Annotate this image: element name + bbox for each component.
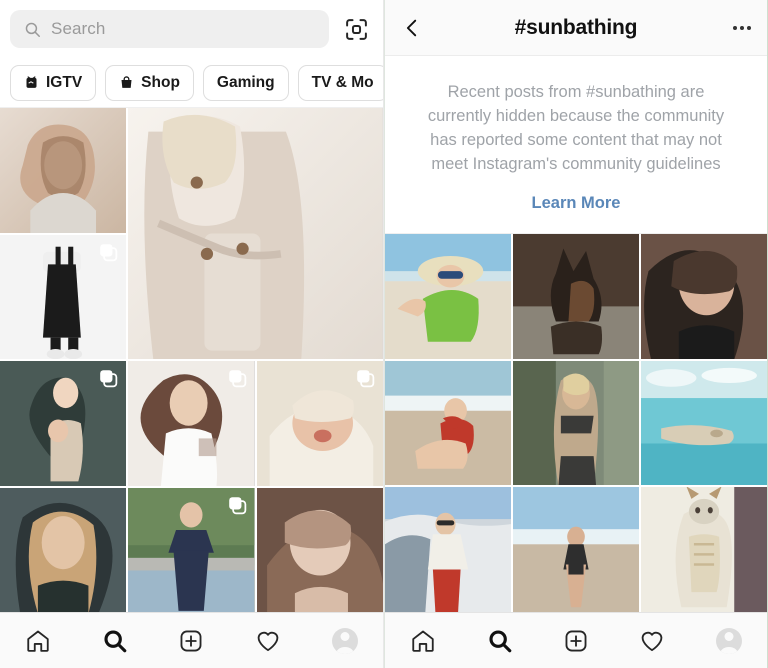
search-placeholder-text: Search [51,19,106,38]
home-tab[interactable] [12,621,64,661]
profile-tab[interactable] [319,621,371,661]
bottom-tab-bar[interactable] [0,612,383,668]
search-header: Search [0,0,383,58]
category-chips-row[interactable]: IGTV Shop Gaming TV & Mo [0,58,383,108]
hashtag-tile[interactable] [513,487,639,612]
hashtag-tile[interactable] [385,360,511,486]
hashtag-tile[interactable] [641,360,767,486]
post-thumbnail [513,234,639,359]
plus-box-icon [178,628,204,654]
chip-gaming[interactable]: Gaming [202,64,289,101]
search-input[interactable]: Search [10,10,329,48]
carousel-multi-post-icon [98,242,119,263]
hidden-posts-notice: Recent posts from #sunbathing are curren… [385,56,767,234]
post-thumbnail [128,108,383,359]
chevron-left-icon [401,17,423,39]
nametag-scan-icon[interactable] [339,12,373,46]
explore-tile[interactable] [0,108,127,233]
activity-tab[interactable] [626,621,678,661]
avatar-icon [715,627,742,654]
search-tab[interactable] [474,621,526,661]
hashtag-tile[interactable] [385,487,511,612]
create-tab[interactable] [550,621,602,661]
dot [733,25,737,30]
post-thumbnail [256,487,383,612]
chip-label: Gaming [216,73,275,91]
explore-tile[interactable] [256,361,383,486]
chip-label: IGTV [46,73,83,91]
post-thumbnail [641,234,767,359]
shop-bag-icon [119,75,134,90]
hashtag-tile[interactable] [513,360,639,486]
carousel-multi-post-icon [355,368,376,389]
post-thumbnail [385,360,511,486]
explore-post-grid[interactable] [0,108,383,612]
home-icon [410,628,436,654]
search-icon [487,628,513,654]
explore-tile[interactable] [0,361,127,486]
post-thumbnail [0,108,127,233]
search-tab[interactable] [89,621,141,661]
bottom-tab-bar[interactable] [385,612,767,668]
igtv-icon [24,75,39,90]
explore-tile-large[interactable] [128,108,383,359]
more-options-icon[interactable] [725,25,751,30]
plus-box-icon [563,628,589,654]
heart-icon [639,628,665,654]
home-tab[interactable] [397,621,449,661]
explore-tile[interactable] [128,361,255,486]
chip-shop[interactable]: Shop [105,64,194,101]
explore-tile[interactable] [128,487,255,612]
page-title: #sunbathing [514,15,638,39]
hashtag-screen: #sunbathing Recent posts from #sunbathin… [384,0,768,668]
explore-tile[interactable] [0,234,127,359]
post-thumbnail [385,487,511,612]
explore-tile[interactable] [256,487,383,612]
dot [747,25,751,30]
hashtag-header: #sunbathing [385,0,767,56]
hashtag-tile[interactable] [513,234,639,359]
notice-text: Recent posts from #sunbathing are curren… [427,83,725,173]
post-thumbnail [513,487,639,612]
explore-tile[interactable] [0,487,127,612]
activity-tab[interactable] [242,621,294,661]
hashtag-tile[interactable] [641,487,767,612]
carousel-multi-post-icon [227,368,248,389]
profile-tab[interactable] [703,621,755,661]
avatar-icon [331,627,358,654]
chip-igtv[interactable]: IGTV [10,64,97,101]
carousel-multi-post-icon [98,368,119,389]
dot [740,25,744,30]
post-thumbnail [513,360,639,486]
home-icon [25,628,51,654]
post-thumbnail [0,487,127,612]
explore-screen: Search IGTV Shop Gaming TV & Mo [0,0,384,668]
post-thumbnail [641,360,767,486]
post-thumbnail [641,487,767,612]
post-thumbnail [385,234,511,359]
dual-screenshot-container: Search IGTV Shop Gaming TV & Mo #sunbath… [0,0,768,668]
hashtag-tile[interactable] [385,234,511,359]
learn-more-link[interactable]: Learn More [532,194,621,213]
search-icon [102,628,128,654]
create-tab[interactable] [165,621,217,661]
chip-label: Shop [141,73,180,91]
hashtag-post-grid[interactable] [385,234,767,612]
search-icon [24,21,41,38]
chip-label: TV & Mo [311,73,374,91]
carousel-multi-post-icon [227,495,248,516]
chip-tv-and-movies[interactable]: TV & Mo [297,64,383,101]
heart-icon [255,628,281,654]
back-button[interactable] [401,17,427,39]
hashtag-tile[interactable] [641,234,767,359]
